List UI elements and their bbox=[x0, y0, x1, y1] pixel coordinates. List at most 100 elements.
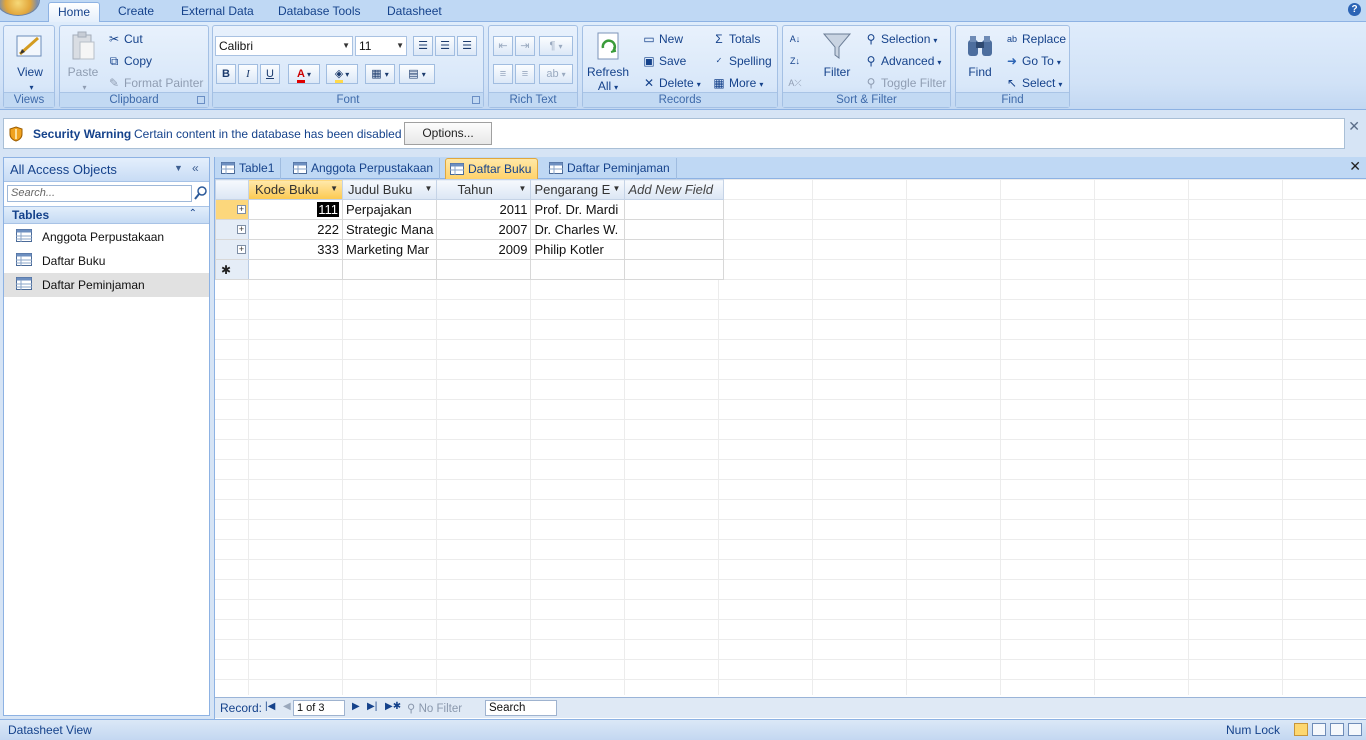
select-all-corner[interactable] bbox=[215, 179, 249, 200]
column-header-add-new-field[interactable]: Add New Field bbox=[624, 179, 725, 200]
gridlines-button[interactable]: ▦ ▾ bbox=[365, 64, 395, 84]
collapse-icon[interactable]: ⌃ bbox=[189, 208, 197, 219]
align-center-button[interactable]: ☰ bbox=[435, 36, 455, 56]
first-record-icon[interactable]: |◀ bbox=[265, 701, 275, 712]
doc-tab-daftar-buku[interactable]: Daftar Buku bbox=[445, 158, 539, 179]
clipboard-launcher-icon[interactable] bbox=[197, 96, 205, 104]
nav-pane-header[interactable]: All Access Objects ▼ « bbox=[4, 158, 209, 182]
chevron-down-icon[interactable]: ▼ bbox=[519, 184, 527, 193]
bold-button[interactable]: B bbox=[216, 64, 236, 84]
tab-datasheet[interactable]: Datasheet bbox=[378, 2, 451, 22]
increase-indent-button[interactable]: ⇥ bbox=[515, 36, 535, 56]
bullets-button[interactable]: ≡ bbox=[515, 64, 535, 84]
alternate-fill-button[interactable]: ▤ ▾ bbox=[399, 64, 435, 84]
row-selector[interactable]: + bbox=[215, 239, 249, 260]
align-left-button[interactable]: ☰ bbox=[413, 36, 433, 56]
numbering-button[interactable]: ≡ bbox=[493, 64, 513, 84]
new-record-row[interactable]: ✱ bbox=[215, 259, 725, 280]
decrease-indent-button[interactable]: ⇤ bbox=[493, 36, 513, 56]
office-button[interactable] bbox=[0, 0, 40, 16]
row-selector[interactable]: ✱ bbox=[215, 259, 249, 280]
new-record-button[interactable]: ▭ New bbox=[641, 29, 683, 49]
new-cell[interactable] bbox=[341, 259, 438, 280]
search-icon[interactable] bbox=[194, 185, 208, 201]
goto-button[interactable]: ➜ Go To ▾ bbox=[1004, 51, 1061, 71]
help-icon[interactable]: ? bbox=[1348, 3, 1361, 16]
table-row[interactable]: + 222 Strategic Mana 2007 Dr. Charles W. bbox=[215, 219, 725, 240]
expand-icon[interactable]: + bbox=[237, 205, 246, 214]
replace-button[interactable]: ab Replace bbox=[1004, 29, 1066, 49]
find-button[interactable]: Find bbox=[960, 30, 1000, 79]
cell-judul-buku[interactable]: Marketing Mar bbox=[341, 239, 438, 260]
select-button[interactable]: ↖ Select ▾ bbox=[1004, 73, 1062, 93]
tab-database-tools[interactable]: Database Tools bbox=[269, 2, 370, 22]
toggle-filter-button[interactable]: ⚲ Toggle Filter bbox=[863, 73, 947, 93]
close-icon[interactable]: ✕ bbox=[1348, 118, 1360, 135]
paste-button[interactable]: Paste ▾ bbox=[64, 30, 102, 95]
double-chevron-left-icon[interactable]: « bbox=[192, 161, 199, 175]
filter-status[interactable]: ⚲ No Filter bbox=[407, 701, 462, 715]
highlight-button[interactable]: ab ▾ bbox=[539, 64, 573, 84]
design-view-icon[interactable] bbox=[1348, 723, 1362, 736]
row-selector[interactable]: + bbox=[215, 219, 249, 240]
column-header-tahun[interactable]: Tahun ▼ bbox=[436, 179, 532, 200]
cell-add-new-field[interactable] bbox=[624, 199, 725, 220]
cell-judul-buku[interactable]: Strategic Mana bbox=[341, 219, 438, 240]
doc-tab-table1[interactable]: Table1 bbox=[217, 158, 282, 179]
options-button[interactable]: Options... bbox=[404, 122, 492, 145]
column-header-pengarang[interactable]: Pengarang E ▼ bbox=[530, 179, 626, 200]
clear-sort-button[interactable]: A⤫ bbox=[787, 73, 805, 93]
nav-item-anggota-perpustakaan[interactable]: Anggota Perpustakaan bbox=[4, 225, 209, 249]
tab-home[interactable]: Home bbox=[48, 2, 101, 23]
filter-button[interactable]: Filter bbox=[817, 30, 857, 79]
next-record-icon[interactable]: ▶ bbox=[352, 701, 360, 712]
column-header-judul-buku[interactable]: Judul Buku ▼ bbox=[341, 179, 438, 200]
selection-button[interactable]: ⚲ Selection ▾ bbox=[863, 29, 938, 49]
nav-item-daftar-peminjaman[interactable]: Daftar Peminjaman bbox=[4, 273, 209, 297]
sort-ascending-button[interactable]: A↓ bbox=[787, 29, 805, 49]
table-row[interactable]: + 333 Marketing Mar 2009 Philip Kotler bbox=[215, 239, 725, 260]
sort-descending-button[interactable]: Z↓ bbox=[787, 51, 805, 71]
underline-button[interactable]: U bbox=[260, 64, 280, 84]
previous-record-icon[interactable]: ◀ bbox=[283, 701, 291, 712]
cell-tahun[interactable]: 2011 bbox=[436, 199, 532, 220]
table-row[interactable]: + 111 Perpajakan 2011 Prof. Dr. Mardi bbox=[215, 199, 725, 220]
nav-search-input[interactable]: Search... bbox=[7, 185, 192, 202]
save-record-button[interactable]: ▣ Save bbox=[641, 51, 686, 71]
record-search-input[interactable]: Search bbox=[485, 700, 557, 716]
new-cell[interactable] bbox=[248, 259, 343, 280]
cell-pengarang[interactable]: Philip Kotler bbox=[530, 239, 626, 260]
expand-icon[interactable]: + bbox=[237, 225, 246, 234]
view-button[interactable]: View ▾ bbox=[10, 30, 50, 95]
format-painter-button[interactable]: ✎ Format Painter bbox=[106, 73, 203, 93]
pivot-table-view-icon[interactable] bbox=[1312, 723, 1326, 736]
tables-section-header[interactable]: Tables ⌃ bbox=[4, 206, 209, 224]
nav-item-daftar-buku[interactable]: Daftar Buku bbox=[4, 249, 209, 273]
chevron-down-icon[interactable]: ▼ bbox=[330, 184, 338, 193]
doc-tab-daftar-peminjaman[interactable]: Daftar Peminjaman bbox=[545, 158, 677, 179]
advanced-button[interactable]: ⚲ Advanced ▾ bbox=[863, 51, 942, 71]
current-record-input[interactable]: 1 of 3 bbox=[293, 700, 345, 716]
chevron-down-icon[interactable]: ▼ bbox=[613, 184, 621, 193]
new-record-nav-icon[interactable]: ▶✱ bbox=[385, 701, 401, 712]
cell-kode-buku[interactable]: 222 bbox=[248, 219, 343, 240]
totals-button[interactable]: Σ Totals bbox=[711, 29, 760, 49]
datasheet-view-icon[interactable] bbox=[1294, 723, 1308, 736]
font-size-combo[interactable]: 11 ▼ bbox=[355, 36, 407, 56]
italic-button[interactable]: I bbox=[238, 64, 258, 84]
font-color-button[interactable]: A ▾ bbox=[288, 64, 320, 84]
cell-add-new-field[interactable] bbox=[624, 239, 725, 260]
font-launcher-icon[interactable] bbox=[472, 96, 480, 104]
chevron-down-icon[interactable]: ▼ bbox=[174, 163, 183, 173]
copy-button[interactable]: ⧉ Copy bbox=[106, 51, 152, 71]
chevron-down-icon[interactable]: ▼ bbox=[425, 184, 433, 193]
new-cell[interactable] bbox=[530, 259, 626, 280]
cell-add-new-field[interactable] bbox=[624, 219, 725, 240]
doc-tab-anggota-perpustakaan[interactable]: Anggota Perpustakaan bbox=[289, 158, 441, 179]
delete-record-button[interactable]: ✕ Delete ▾ bbox=[641, 73, 701, 93]
font-family-combo[interactable]: Calibri ▼ bbox=[215, 36, 353, 56]
new-cell[interactable] bbox=[436, 259, 532, 280]
row-selector[interactable]: + bbox=[215, 199, 249, 220]
cell-tahun[interactable]: 2009 bbox=[436, 239, 532, 260]
cell-judul-buku[interactable]: Perpajakan bbox=[341, 199, 438, 220]
